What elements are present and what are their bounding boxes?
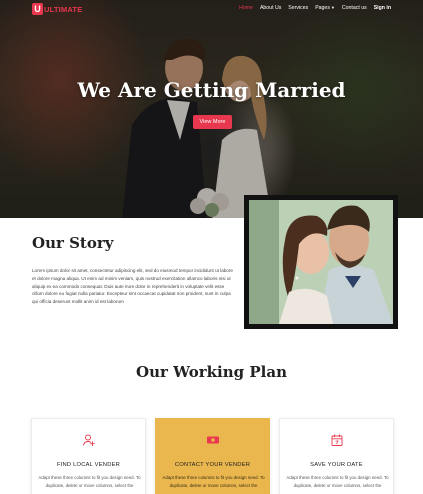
hero-section: U ULTIMATE Home About Us Services Pages▼… (0, 0, 423, 218)
chevron-down-icon: ▼ (330, 5, 335, 10)
plan-card-save-date[interactable]: SAVE YOUR DATE Adapt these three columns… (279, 418, 394, 494)
nav-item-pages[interactable]: Pages▼ (315, 5, 335, 11)
story-photo (249, 200, 393, 324)
plan-card-contact-vender[interactable]: CONTACT YOUR VENDER Adapt these three co… (155, 418, 270, 494)
story-photo-frame (244, 195, 398, 329)
sign-in-link[interactable]: Sign in (374, 5, 391, 11)
view-more-button[interactable]: View More (193, 115, 232, 129)
story-text: Lorem ipsum dolor sit amet, consectetur … (32, 268, 233, 305)
couple-kiss-image (249, 200, 393, 324)
nav-item-pages-label: Pages (315, 5, 330, 11)
plan-card-text: Adapt these three columns to fit you des… (286, 475, 389, 488)
plan-card-title: CONTACT YOUR VENDER (174, 462, 251, 468)
top-navbar: U ULTIMATE Home About Us Services Pages▼… (0, 0, 423, 18)
calendar-icon (331, 434, 343, 446)
nav-item-services[interactable]: Services (288, 5, 308, 11)
nav-item-contact-us[interactable]: Contact us (342, 5, 367, 11)
logo-text: ULTIMATE (44, 4, 83, 14)
site-logo[interactable]: U ULTIMATE (32, 3, 82, 15)
plan-card-find-vender[interactable]: FIND LOCAL VENDER Adapt these three colu… (31, 418, 146, 494)
nav-item-about-us[interactable]: About Us (260, 5, 281, 11)
plan-card-title: FIND LOCAL VENDER (56, 462, 121, 468)
plan-card-text: Adapt these three columns to fit you des… (38, 475, 141, 488)
hero-title: We Are Getting Married (77, 78, 346, 102)
plan-card-text: Adapt these three columns to fit you des… (162, 475, 265, 488)
story-title: Our Story (32, 234, 114, 252)
nav-item-home[interactable]: Home (239, 5, 253, 11)
logo-mark: U (32, 3, 43, 15)
cash-icon (207, 436, 219, 444)
plan-title: Our Working Plan (136, 363, 287, 381)
user-plus-icon (83, 434, 95, 446)
nav-menu: Home About Us Services Pages▼ Contact us… (239, 5, 391, 11)
plan-cards: FIND LOCAL VENDER Adapt these three colu… (31, 418, 394, 494)
plan-card-title: SAVE YOUR DATE (310, 462, 363, 468)
